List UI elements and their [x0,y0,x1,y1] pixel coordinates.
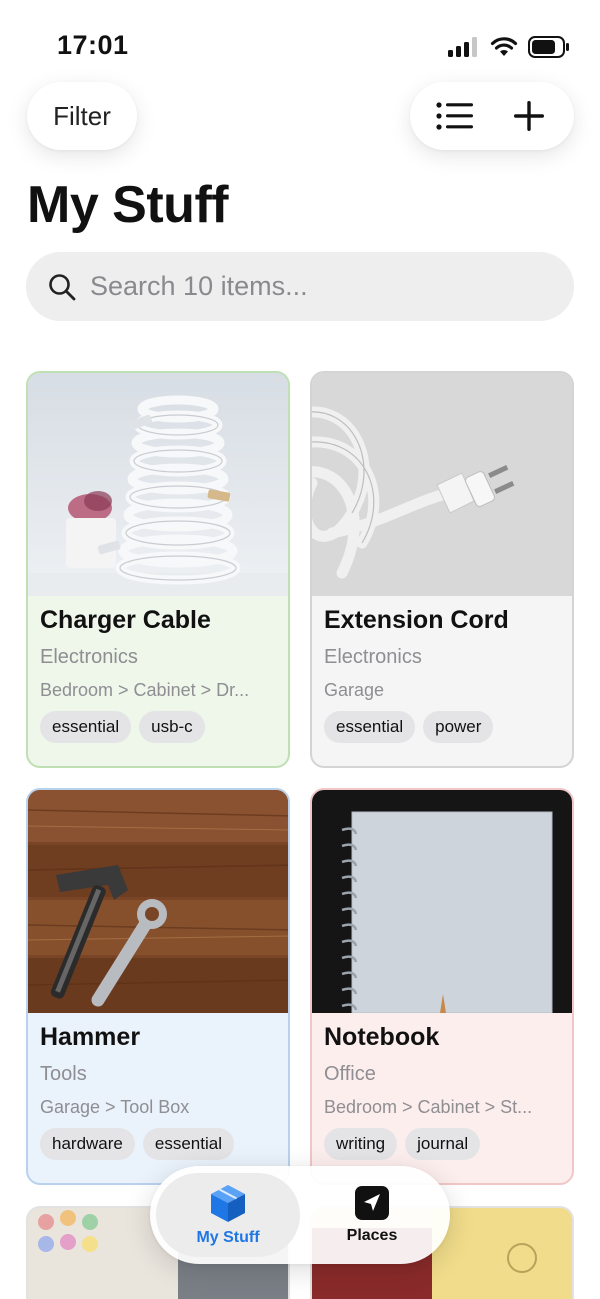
item-category: Electronics [40,646,138,668]
item-title: Charger Cable [40,606,211,634]
item-tags: writing journal [324,1128,560,1160]
item-card-body: Extension Cord Electronics Garage essent… [312,596,572,766]
cube-icon [211,1185,245,1222]
tag-chip: journal [405,1128,481,1160]
filter-button-label: Filter [53,100,111,131]
tag-chip: essential [142,1128,234,1160]
page-title: My Stuff [27,176,229,234]
tab-label: My Stuff [196,1229,260,1246]
location-arrow-icon [355,1186,389,1220]
search-input[interactable] [90,271,530,302]
tag-chip: power [423,711,494,743]
item-category: Electronics [324,646,422,668]
item-title: Hammer [40,1023,141,1051]
item-category: Office [324,1063,376,1085]
item-location: Bedroom > Cabinet > St... [324,1097,533,1117]
item-tags: hardware essential [40,1128,276,1160]
item-photo [28,373,288,596]
add-item-button[interactable] [499,86,559,146]
tag-chip: usb-c [139,711,205,743]
list-view-button[interactable] [425,86,485,146]
item-location: Garage > Tool Box [40,1097,190,1117]
tab-places[interactable]: Places [300,1173,444,1257]
plus-icon [514,101,544,131]
tab-bar: My Stuff Places [150,1166,450,1264]
item-location: Garage [324,680,385,700]
item-tags: essential usb-c [40,711,276,743]
filter-button[interactable]: Filter [27,82,137,150]
search-icon [49,273,76,300]
item-photo [312,373,572,596]
item-card-notebook[interactable]: Notebook Office Bedroom > Cabinet > St..… [310,788,574,1185]
status-time: 17:01 [57,30,129,60]
item-tags: essential power [324,711,560,743]
item-card-hammer[interactable]: Hammer Tools Garage > Tool Box hardware … [26,788,290,1185]
tag-chip: writing [324,1128,398,1160]
tab-my-stuff[interactable]: My Stuff [156,1173,300,1257]
tab-label: Places [346,1227,398,1244]
battery-icon [528,36,569,58]
tag-chip: hardware [40,1128,135,1160]
view-actions-group [410,82,574,150]
status-icons [448,36,570,58]
item-location: Bedroom > Cabinet > Dr... [40,680,250,700]
search-bar[interactable] [26,252,574,321]
status-bar: 17:01 [0,0,600,90]
tag-chip: essential [324,711,416,743]
item-card-body: Hammer Tools Garage > Tool Box hardware … [28,1013,288,1183]
item-category: Tools [40,1063,87,1085]
item-photo [312,790,572,1013]
item-card-extension-cord[interactable]: Extension Cord Electronics Garage essent… [310,371,574,768]
item-photo [28,790,288,1013]
tag-chip: essential [40,711,132,743]
wifi-icon [490,37,518,56]
list-icon [436,102,473,130]
item-card-body: Notebook Office Bedroom > Cabinet > St..… [312,1013,572,1183]
item-card-body: Charger Cable Electronics Bedroom > Cabi… [28,596,288,766]
item-title: Notebook [324,1023,440,1051]
item-title: Extension Cord [324,606,509,634]
cellular-signal-icon [448,37,477,57]
item-card-charger-cable[interactable]: Charger Cable Electronics Bedroom > Cabi… [26,371,290,768]
